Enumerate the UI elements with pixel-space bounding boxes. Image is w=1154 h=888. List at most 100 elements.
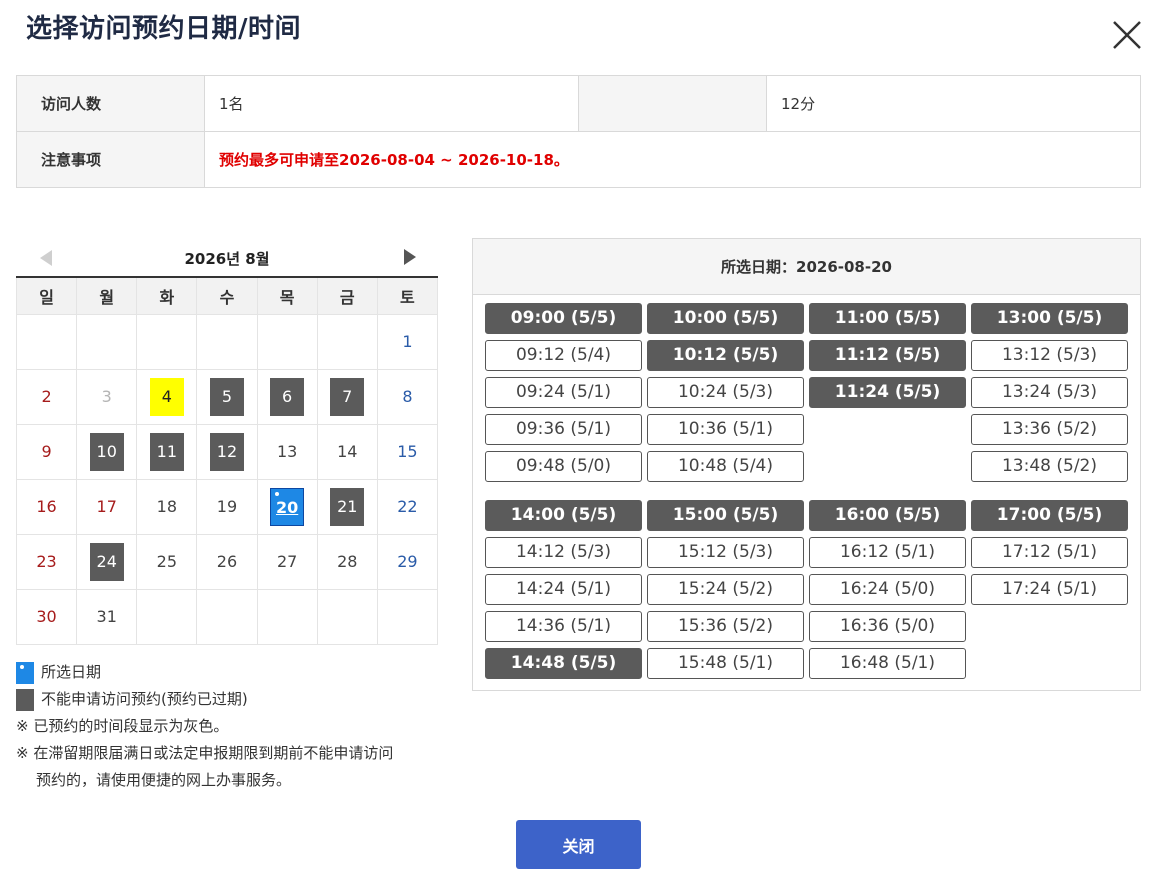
- time-slot-button[interactable]: 10:48 (5/4): [647, 451, 804, 482]
- calendar-day-23[interactable]: 23: [30, 543, 64, 581]
- calendar-cell: [316, 588, 378, 645]
- calendar-day-7: 7: [330, 377, 365, 416]
- time-slot-button[interactable]: 14:36 (5/1): [485, 611, 642, 642]
- calendar-day-27[interactable]: 27: [270, 543, 304, 581]
- calendar-day-15[interactable]: 15: [390, 433, 424, 471]
- time-slot-button[interactable]: 16:12 (5/1): [809, 537, 966, 568]
- time-slot-button[interactable]: 15:36 (5/2): [647, 611, 804, 642]
- calendar-cell: 3: [76, 368, 138, 425]
- calendar-day-3: 3: [101, 386, 112, 406]
- legend-note-1: ※ 已预约的时间段显示为灰色。: [16, 717, 229, 735]
- calendar-day-16[interactable]: 16: [30, 488, 64, 526]
- calendar-cell: 17: [76, 478, 138, 535]
- weekday-header: 일: [15, 278, 78, 315]
- time-slot-button[interactable]: 13:48 (5/2): [971, 451, 1128, 482]
- calendar-cell: [376, 588, 439, 645]
- calendar-day-18[interactable]: 18: [150, 488, 184, 526]
- next-month-icon[interactable]: [404, 249, 416, 265]
- time-slot-button[interactable]: 10:36 (5/1): [647, 414, 804, 445]
- blocked-swatch: [16, 688, 34, 711]
- duration-value: 12分: [766, 75, 1141, 132]
- calendar-day-9[interactable]: 9: [30, 433, 64, 471]
- time-slot-column: 17:00 (5/5) 17:12 (5/1) 17:24 (5/1): [971, 500, 1128, 611]
- time-slot-column: 09:00 (5/5) 09:12 (5/4) 09:24 (5/1) 09:36 (…: [485, 303, 642, 488]
- weekday-header: 월: [76, 278, 138, 315]
- time-slot-button: 13:00 (5/5): [971, 303, 1128, 334]
- calendar-day-8[interactable]: 8: [390, 378, 424, 416]
- calendar-cell: [136, 588, 198, 645]
- calendar-day-17[interactable]: 17: [90, 488, 124, 526]
- time-slot-button[interactable]: 15:12 (5/3): [647, 537, 804, 568]
- calendar-week: 16 17 18 19 20 21 22: [15, 478, 439, 535]
- calendar-day-25[interactable]: 25: [150, 543, 184, 581]
- calendar-month: 2026년 8월: [184, 250, 270, 268]
- time-slot-button[interactable]: 17:12 (5/1): [971, 537, 1128, 568]
- time-slot-button: 10:00 (5/5): [647, 303, 804, 334]
- calendar-cell: 31: [76, 588, 138, 645]
- weekday-header: 화: [136, 278, 198, 315]
- time-slot-button: 15:00 (5/5): [647, 500, 804, 531]
- weekday-header: 수: [196, 278, 258, 315]
- calendar-day-19[interactable]: 19: [210, 488, 244, 526]
- legend-note-2a: ※ 在滞留期限届满日或法定申报期限到期前不能申请访问: [16, 744, 394, 762]
- calendar-day-5: 5: [209, 377, 244, 416]
- calendar-day-29[interactable]: 29: [390, 543, 424, 581]
- calendar-day-30[interactable]: 30: [30, 598, 64, 636]
- time-slot-button[interactable]: 14:12 (5/3): [485, 537, 642, 568]
- calendar-cell: [256, 313, 318, 370]
- time-slot-column: 15:00 (5/5) 15:12 (5/3) 15:24 (5/2) 15:36 (…: [647, 500, 804, 685]
- calendar-cell: [196, 588, 258, 645]
- calendar-week: 23 24 25 26 27 28 29: [15, 533, 439, 590]
- calendar-cell: [256, 588, 318, 645]
- notice-value: 预约最多可申请至2026-08-04 ~ 2026-10-18。: [204, 131, 1141, 188]
- time-slot-column: 13:00 (5/5) 13:12 (5/3) 13:24 (5/3) 13:36 (…: [971, 303, 1128, 488]
- close-icon[interactable]: [1110, 18, 1144, 52]
- time-slot-button: 17:00 (5/5): [971, 500, 1128, 531]
- calendar-cell: 30: [15, 588, 78, 645]
- time-slot-button[interactable]: 09:24 (5/1): [485, 377, 642, 408]
- calendar-day-1[interactable]: 1: [390, 323, 424, 361]
- calendar-day-14[interactable]: 14: [330, 433, 364, 471]
- calendar-day-2[interactable]: 2: [30, 378, 64, 416]
- time-slot-button[interactable]: 13:24 (5/3): [971, 377, 1128, 408]
- time-slot-button[interactable]: 16:24 (5/0): [809, 574, 966, 605]
- time-slot-button[interactable]: 15:48 (5/1): [647, 648, 804, 679]
- calendar-day-21: 21: [330, 487, 365, 526]
- time-slot-button[interactable]: 14:24 (5/1): [485, 574, 642, 605]
- time-slot-button[interactable]: 16:36 (5/0): [809, 611, 966, 642]
- calendar-cell: 20: [256, 478, 318, 535]
- legend-selected-text: 所选日期: [41, 663, 102, 681]
- time-slot-column: 11:00 (5/5) 11:12 (5/5) 11:24 (5/5): [809, 303, 966, 414]
- time-slot-button[interactable]: 17:24 (5/1): [971, 574, 1128, 605]
- calendar-day-4[interactable]: 4: [149, 377, 184, 416]
- time-slot-button[interactable]: 09:12 (5/4): [485, 340, 642, 371]
- calendar-cell: 4: [136, 368, 198, 425]
- time-slot-button[interactable]: 10:24 (5/3): [647, 377, 804, 408]
- time-slot-button[interactable]: 15:24 (5/2): [647, 574, 804, 605]
- time-slot-button: 14:00 (5/5): [485, 500, 642, 531]
- calendar-day-31[interactable]: 31: [90, 598, 124, 636]
- calendar-day-26[interactable]: 26: [210, 543, 244, 581]
- visitors-label: 访问人数: [16, 75, 205, 132]
- time-slot-button[interactable]: 13:36 (5/2): [971, 414, 1128, 445]
- time-slot-panel: 所选日期：2026-08-20 09:00 (5/5) 09:12 (5/4) 09…: [472, 238, 1141, 691]
- calendar-cell: 29: [376, 533, 439, 590]
- visitors-value: 1名: [204, 75, 579, 132]
- notice-label: 注意事项: [16, 131, 205, 188]
- legend-blocked: 不能申请访问预约(预约已过期): [16, 686, 393, 713]
- calendar-day-20[interactable]: 20: [270, 487, 305, 526]
- time-slot-button: 11:24 (5/5): [809, 377, 966, 408]
- time-slot-button: 11:00 (5/5): [809, 303, 966, 334]
- duration-label-cell: [578, 75, 767, 132]
- calendar-week: 30 31: [15, 588, 439, 645]
- time-slot-button[interactable]: 09:36 (5/1): [485, 414, 642, 445]
- calendar-day-13[interactable]: 13: [270, 433, 304, 471]
- time-slot-button[interactable]: 16:48 (5/1): [809, 648, 966, 679]
- calendar-day-22[interactable]: 22: [390, 488, 424, 526]
- time-slot-button[interactable]: 13:12 (5/3): [971, 340, 1128, 371]
- calendar-cell: 6: [256, 368, 318, 425]
- time-slot-button[interactable]: 09:48 (5/0): [485, 451, 642, 482]
- close-button[interactable]: 关闭: [516, 820, 641, 869]
- calendar-cell: 10: [76, 423, 138, 480]
- calendar-day-28[interactable]: 28: [330, 543, 364, 581]
